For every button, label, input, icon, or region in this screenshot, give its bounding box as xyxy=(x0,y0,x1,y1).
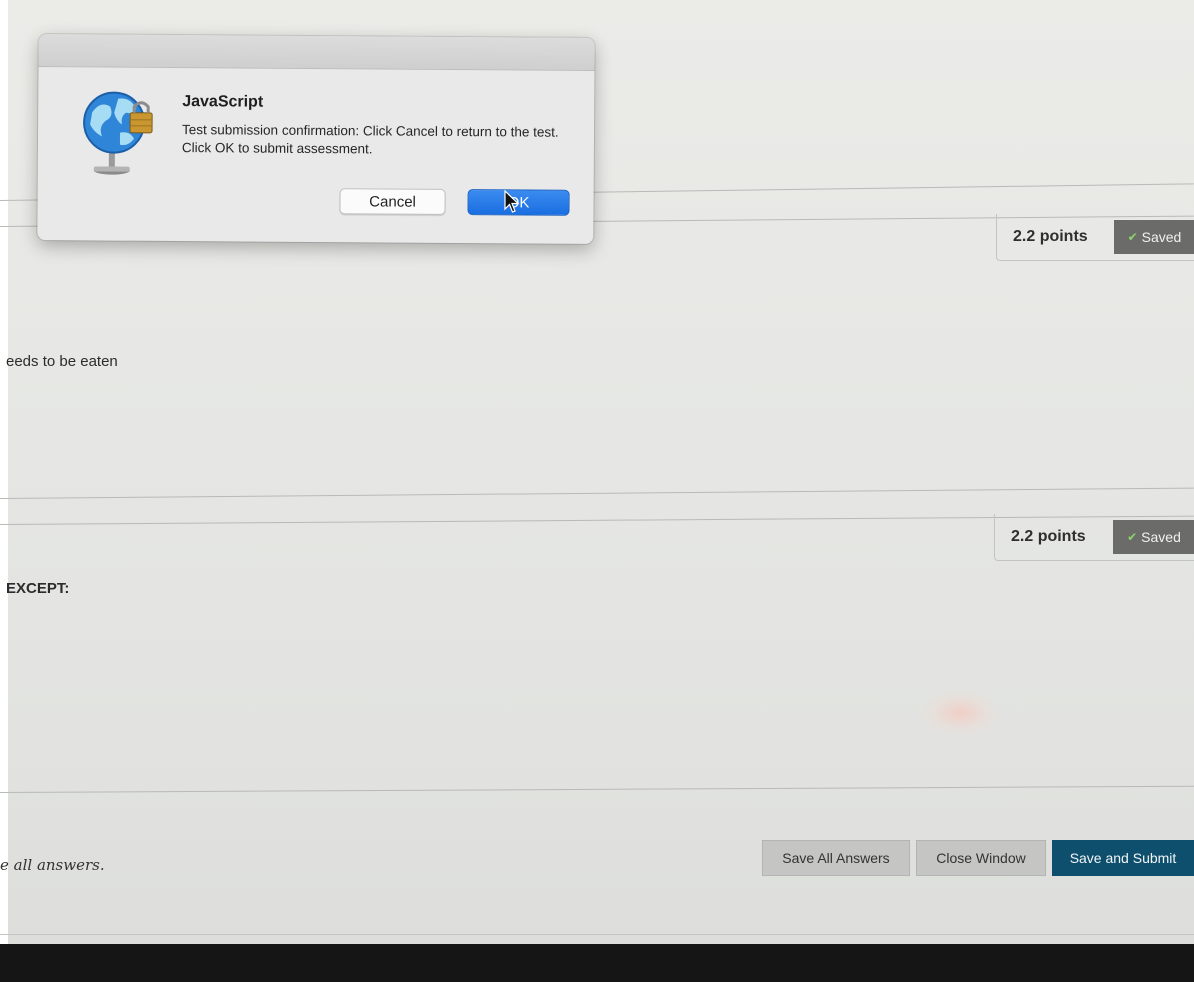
saved-badge: ✔ Saved xyxy=(1113,520,1194,554)
save-all-answers-button[interactable]: Save All Answers xyxy=(762,840,910,876)
globe-lock-icon xyxy=(83,91,153,175)
cancel-button[interactable]: Cancel xyxy=(339,188,446,215)
footer-note: e all answers. xyxy=(0,856,105,874)
saved-badge: ✔ Saved xyxy=(1113,220,1194,254)
divider xyxy=(0,785,1194,793)
checkmark-icon: ✔ xyxy=(1127,530,1138,544)
divider xyxy=(0,487,1194,499)
mouse-pointer-icon xyxy=(504,190,520,213)
points-label: 2.2 points xyxy=(1013,228,1088,245)
points-label: 2.2 points xyxy=(1011,528,1086,545)
close-window-button[interactable]: Close Window xyxy=(916,840,1046,876)
dialog-titlebar[interactable] xyxy=(38,34,595,71)
question-2-points-box: 2.2 points ✔ Saved xyxy=(994,514,1194,561)
question-1-text: eeds to be eaten xyxy=(6,353,118,370)
dialog-title: JavaScript xyxy=(182,93,264,111)
question-1-points-box: 2.2 points ✔ Saved xyxy=(996,214,1194,261)
saved-label: Saved xyxy=(1141,229,1182,245)
saved-label: Saved xyxy=(1141,529,1181,545)
screen-bottom-bezel xyxy=(0,944,1194,982)
checkmark-icon: ✔ xyxy=(1127,230,1138,244)
divider xyxy=(0,934,1194,935)
question-2-text: EXCEPT: xyxy=(6,580,70,597)
dialog-message: Test submission confirmation: Click Canc… xyxy=(181,122,559,157)
screen: 2.2 points ✔ Saved eeds to be eaten 2.2 … xyxy=(0,0,1194,982)
screen-bezel xyxy=(0,0,8,982)
save-and-submit-button[interactable]: Save and Submit xyxy=(1052,840,1194,876)
screen-glare xyxy=(920,690,1000,736)
